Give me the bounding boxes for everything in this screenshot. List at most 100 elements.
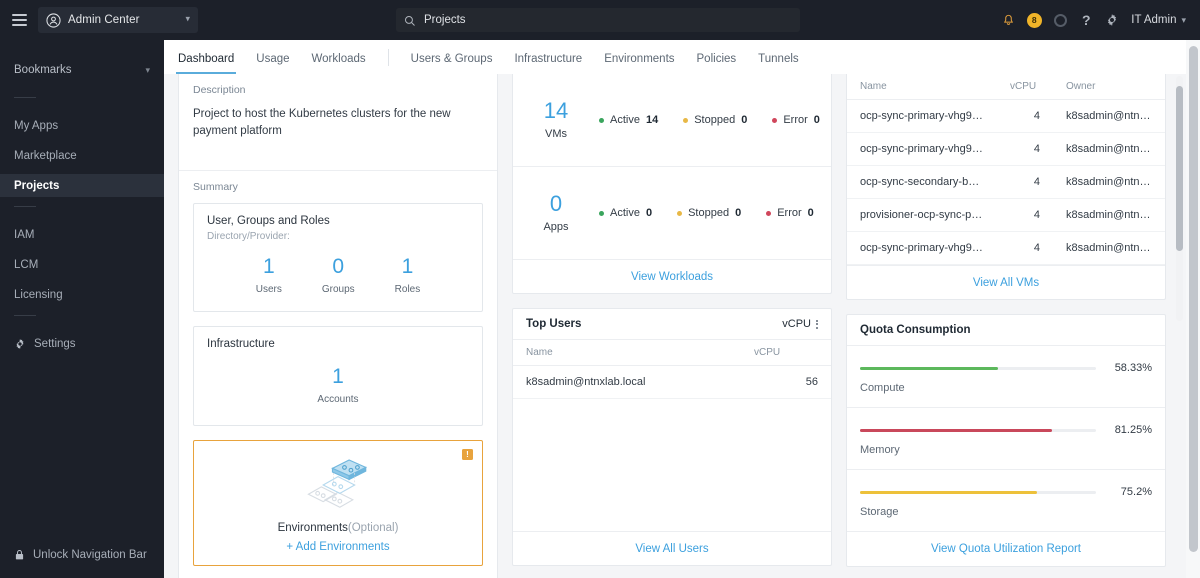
tab-label: Tunnels: [758, 53, 799, 65]
search-value: Projects: [424, 14, 466, 26]
cell-vm-name: provisioner-ocp-sync-prim...: [847, 198, 997, 232]
stat-value: 1: [401, 255, 414, 278]
column-header-name[interactable]: Name: [847, 74, 997, 100]
add-environments-link[interactable]: + Add Environments: [207, 541, 469, 553]
sidebar-item-my-apps[interactable]: My Apps: [0, 114, 164, 137]
workloads-vms-row: 14 VMs Active 14 Stopped 0 Error 0: [513, 74, 831, 166]
sidebar-item-label: Marketplace: [14, 149, 77, 162]
view-workloads-link[interactable]: View Workloads: [631, 271, 713, 283]
table-header-row: Name vCPU Owner: [847, 74, 1165, 100]
question-mark-icon[interactable]: ?: [1073, 0, 1099, 40]
sidebar-item-iam[interactable]: IAM: [0, 223, 164, 246]
table-header-row: Name vCPU: [513, 340, 831, 366]
vms-card-scrollbar-track[interactable]: [1176, 76, 1183, 321]
view-all-users-link[interactable]: View All Users: [635, 543, 708, 555]
apps-active-stat: Active 0: [599, 207, 652, 219]
apps-count-block: 0 Apps: [513, 193, 599, 234]
tab-dashboard[interactable]: Dashboard: [175, 53, 237, 74]
cell-vm-name: ocp-sync-primary-vhg9w-...: [847, 231, 997, 265]
tab-policies[interactable]: Policies: [697, 53, 737, 74]
table-row[interactable]: ocp-sync-primary-vhg9w-... 4 k8sadmin@nt…: [847, 231, 1165, 265]
top-users-sort-control[interactable]: vCPU: [782, 318, 818, 330]
column-header-vcpu[interactable]: vCPU: [741, 340, 831, 366]
environments-title: Environments(Optional): [207, 522, 469, 534]
tab-users-and-groups[interactable]: Users & Groups: [411, 53, 493, 74]
quota-percent: 58.33%: [1114, 362, 1152, 374]
status-value: 0: [741, 114, 748, 126]
user-menu[interactable]: IT Admin ▾: [1125, 0, 1192, 40]
apps-error-stat: Error 0: [766, 207, 814, 219]
bell-icon[interactable]: [995, 0, 1021, 40]
vms-card-scrollbar-thumb[interactable]: [1176, 86, 1183, 251]
vms-card: Name vCPU Owner ocp-sync-primary-vhg9w-.…: [846, 74, 1166, 300]
cell-vm-owner: k8sadmin@ntnxlab...: [1053, 198, 1165, 232]
column-header-name[interactable]: Name: [513, 340, 741, 366]
table-row[interactable]: ocp-sync-primary-vhg9w-... 4 k8sadmin@nt…: [847, 132, 1165, 166]
sidebar-divider-1: [14, 97, 36, 98]
quota-track: [860, 490, 1096, 494]
apps-stopped-stat: Stopped 0: [677, 207, 741, 219]
sidebar-item-marketplace[interactable]: Marketplace: [0, 144, 164, 167]
status-dot-stopped: [677, 210, 683, 216]
search-icon: [404, 14, 416, 26]
stacked-cards-illustration: [301, 457, 375, 513]
users-groups-roles-card: User, Groups and Roles Directory/Provide…: [193, 203, 483, 312]
cell-vm-name: ocp-sync-primary-vhg9w-...: [847, 132, 997, 166]
vms-active-stat: Active 14: [599, 114, 658, 126]
stat-label: Accounts: [317, 394, 359, 405]
stat-roles: 1 Roles: [395, 256, 421, 295]
tab-environments[interactable]: Environments: [604, 53, 674, 74]
gear-icon[interactable]: [1099, 0, 1125, 40]
page-scrollbar-thumb[interactable]: [1189, 46, 1198, 552]
view-quota-utilization-report-link[interactable]: View Quota Utilization Report: [931, 543, 1081, 555]
table-row[interactable]: ocp-sync-primary-vhg9w-... 4 k8sadmin@nt…: [847, 99, 1165, 133]
tab-usage[interactable]: Usage: [256, 53, 289, 74]
search-input[interactable]: Projects: [396, 8, 800, 32]
kebab-menu-icon[interactable]: [816, 319, 818, 329]
sidebar-item-label: LCM: [14, 258, 39, 271]
summary-section: Summary User, Groups and Roles Directory…: [179, 171, 497, 578]
tab-workloads[interactable]: Workloads: [312, 53, 366, 74]
quota-label: Storage: [860, 506, 899, 518]
column-header-owner[interactable]: Owner: [1053, 74, 1165, 100]
stat-value: 0: [332, 255, 345, 278]
status-dot-error: [766, 210, 772, 216]
unlock-navigation-bar-button[interactable]: Unlock Navigation Bar: [0, 542, 164, 568]
sidebar-item-projects[interactable]: Projects: [0, 174, 164, 197]
sidebar-item-lcm[interactable]: LCM: [0, 253, 164, 276]
table-row[interactable]: provisioner-ocp-sync-prim... 4 k8sadmin@…: [847, 198, 1165, 232]
view-all-vms-link[interactable]: View All VMs: [973, 277, 1039, 289]
stat-groups: 0 Groups: [322, 256, 355, 295]
tab-bar: Dashboard Usage Workloads Users & Groups…: [164, 40, 1200, 74]
vms-table: Name vCPU Owner ocp-sync-primary-vhg9w-.…: [847, 74, 1165, 265]
tab-tunnels[interactable]: Tunnels: [758, 53, 799, 74]
cell-vm-name: ocp-sync-secondary-b4w9...: [847, 165, 997, 199]
main-area: Dashboard Usage Workloads Users & Groups…: [164, 40, 1200, 578]
sidebar-item-licensing[interactable]: Licensing: [0, 283, 164, 306]
top-users-header: Top Users vCPU: [513, 309, 831, 340]
quota-label: Memory: [860, 444, 900, 456]
tab-label: Infrastructure: [514, 53, 583, 65]
sidebar-item-label: Licensing: [14, 288, 63, 301]
vms-count-block: 14 VMs: [513, 100, 599, 141]
stat-label: Users: [255, 284, 282, 295]
gear-icon: [14, 338, 26, 350]
hamburger-icon[interactable]: [0, 0, 38, 40]
environments-title-text: Environments: [277, 522, 348, 534]
stat-accounts: 1 Accounts: [317, 366, 358, 405]
table-row[interactable]: ocp-sync-secondary-b4w9... 4 k8sadmin@nt…: [847, 165, 1165, 199]
quota-card-footer: View Quota Utilization Report: [847, 532, 1165, 566]
apps-unit: Apps: [543, 221, 569, 233]
sidebar-item-settings[interactable]: Settings: [0, 332, 164, 355]
sidebar-bookmarks[interactable]: Bookmarks ▾: [0, 52, 164, 88]
app-switcher[interactable]: Admin Center ▾: [38, 7, 198, 33]
status-label: Active: [610, 114, 640, 126]
middle-column: 14 VMs Active 14 Stopped 0 Error 0 0 App…: [512, 74, 832, 578]
column-header-vcpu[interactable]: vCPU: [997, 74, 1053, 100]
quota-item-storage: 75.2% Storage: [847, 470, 1165, 532]
quota-percent: 75.2%: [1120, 486, 1152, 498]
alert-badge[interactable]: 8: [1021, 0, 1047, 40]
table-row[interactable]: k8sadmin@ntnxlab.local 56: [513, 365, 831, 399]
tab-infrastructure[interactable]: Infrastructure: [514, 53, 582, 74]
tasks-circle-icon[interactable]: [1047, 0, 1073, 40]
